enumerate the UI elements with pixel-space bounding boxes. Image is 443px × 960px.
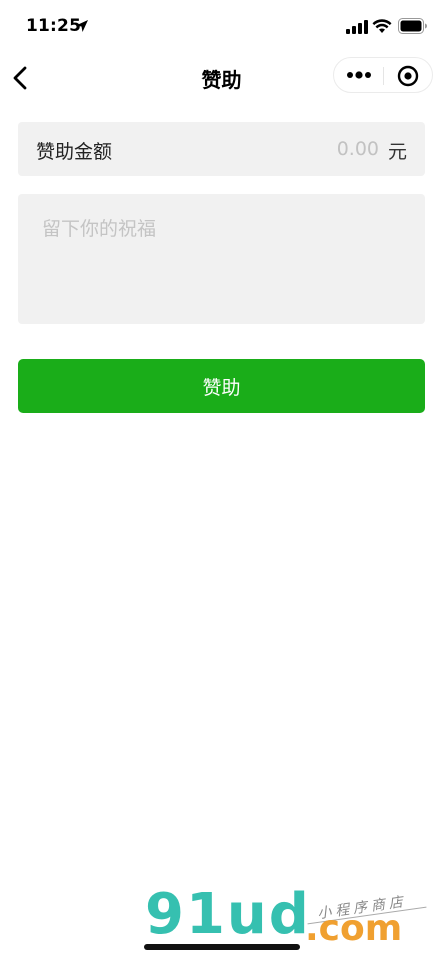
wifi-icon [372, 19, 392, 33]
close-miniprogram-icon[interactable] [397, 65, 419, 87]
message-box [18, 194, 425, 324]
location-arrow-icon [76, 20, 88, 32]
amount-unit: 元 [387, 141, 407, 163]
sponsor-button[interactable]: 赞助 [18, 359, 425, 413]
more-dots-icon[interactable] [346, 69, 372, 81]
miniprogram-capsule [333, 57, 433, 93]
sponsor-screen: 11:25 赞助 赞助金额 0.00 元 留下你的祝福 赞助 91ud 小程序商… [0, 0, 443, 960]
battery-icon [398, 18, 427, 34]
home-indicator[interactable] [144, 944, 300, 950]
capsule-divider [383, 67, 384, 85]
amount-input[interactable] [259, 136, 379, 162]
amount-row: 赞助金额 元 [18, 122, 425, 176]
nav-bar: 赞助 [0, 52, 443, 104]
watermark-brand: 91ud [145, 882, 311, 947]
status-time: 11:25 [26, 16, 82, 36]
message-input[interactable] [42, 214, 402, 310]
amount-label: 赞助金额 [36, 141, 113, 163]
signal-icon [346, 20, 368, 34]
watermark-suffix: .com [305, 908, 403, 949]
status-bar: 11:25 [0, 0, 443, 52]
